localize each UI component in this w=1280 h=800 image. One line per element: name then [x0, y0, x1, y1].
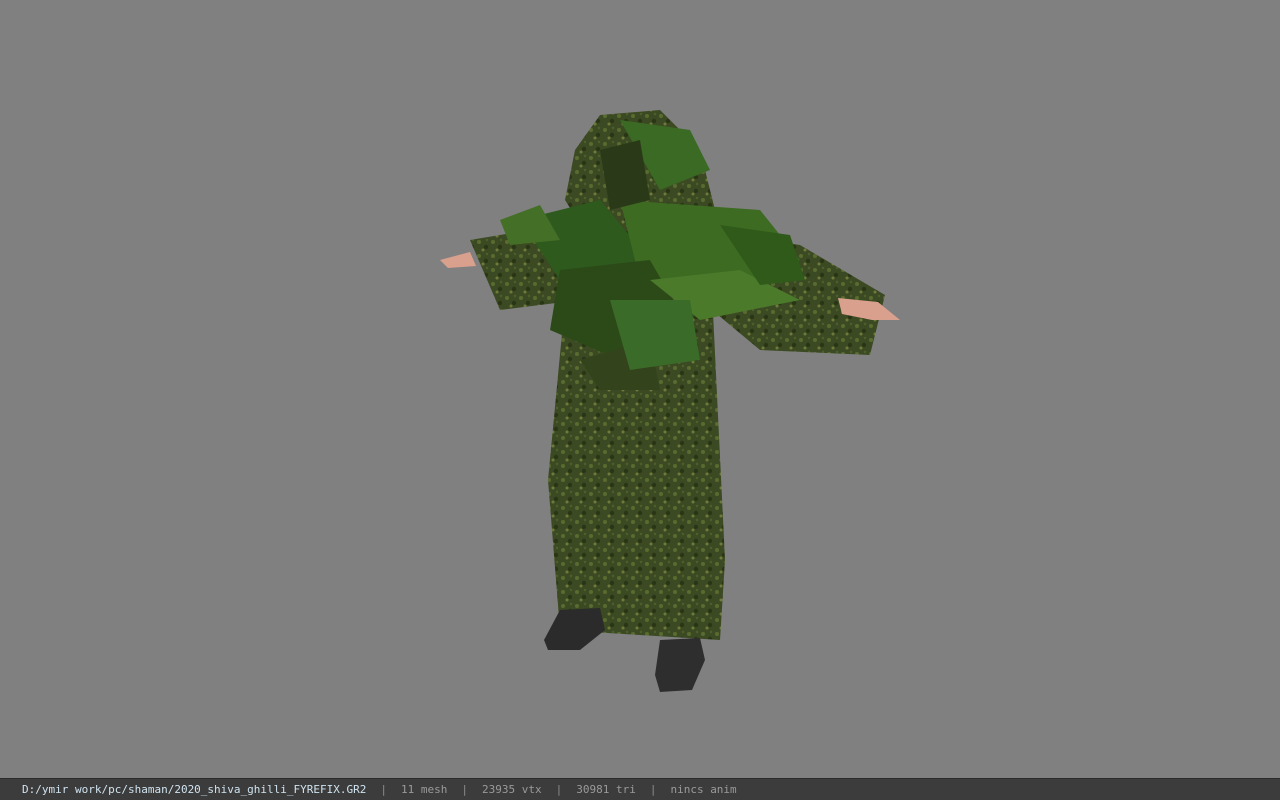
separator: | [380, 783, 387, 796]
animation-status: nincs anim [670, 783, 737, 796]
3d-viewport[interactable] [0, 0, 1280, 778]
file-path: D:/ymir work/pc/shaman/2020_shiva_ghilli… [22, 783, 367, 796]
character-model [440, 110, 900, 692]
vertex-count: 23935 vtx [481, 783, 542, 796]
separator: | [649, 783, 657, 796]
triangle-count: 30981 tri [576, 783, 636, 796]
status-bar: D:/ymir work/pc/shaman/2020_shiva_ghilli… [0, 778, 1280, 800]
separator: | [461, 783, 468, 796]
mesh-count: 11 mesh [401, 783, 448, 796]
separator: | [555, 783, 563, 796]
